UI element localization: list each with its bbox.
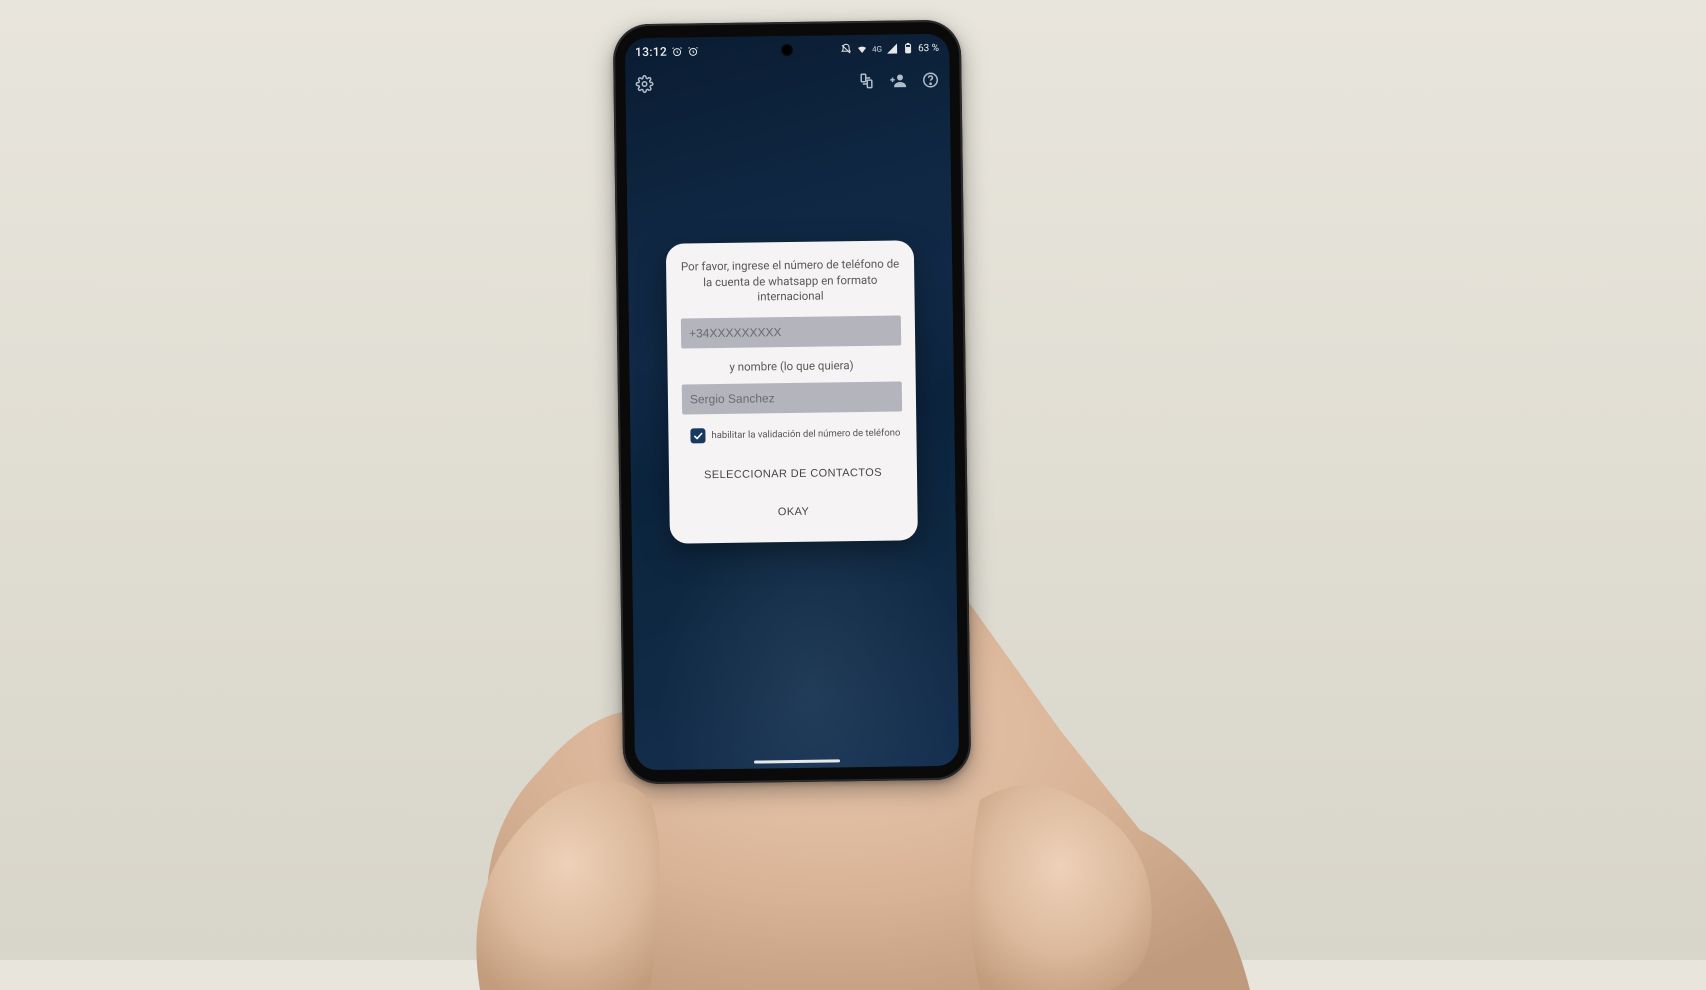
battery-icon [902,42,914,54]
wifi-icon [856,43,868,55]
front-camera-hole [781,44,793,56]
okay-button[interactable]: OKAY [774,495,814,528]
dialog: Por favor, ingrese el número de teléfono… [666,240,918,543]
network-label: 4G [872,44,882,53]
checkbox-row[interactable]: habilitar la validación del número de te… [682,425,902,443]
dnd-icon [840,43,852,55]
phone-body: 13:12 [613,20,972,785]
phone-input[interactable] [681,315,901,348]
battery-text: 63 % [918,42,939,53]
alarm-icon-2 [687,45,699,57]
dialog-name-subtext: y nombre (lo que quiera) [729,358,853,374]
checkbox-label: habilitar la validación del número de te… [711,427,900,441]
add-person-icon[interactable] [889,71,907,93]
name-input[interactable] [682,381,902,414]
status-clock: 13:12 [635,45,667,59]
app-bar [625,62,950,107]
phone-screen: 13:12 [625,34,959,770]
signal-icon [886,42,898,54]
enable-validation-checkbox[interactable] [690,428,705,443]
select-from-contacts-button[interactable]: SELECCIONAR DE CONTACTOS [700,456,886,491]
dialog-title: Por favor, ingrese el número de teléfono… [680,256,901,306]
settings-icon[interactable] [635,75,653,97]
transfer-icon[interactable] [857,72,875,94]
help-icon[interactable] [921,71,939,93]
alarm-icon [671,45,683,57]
